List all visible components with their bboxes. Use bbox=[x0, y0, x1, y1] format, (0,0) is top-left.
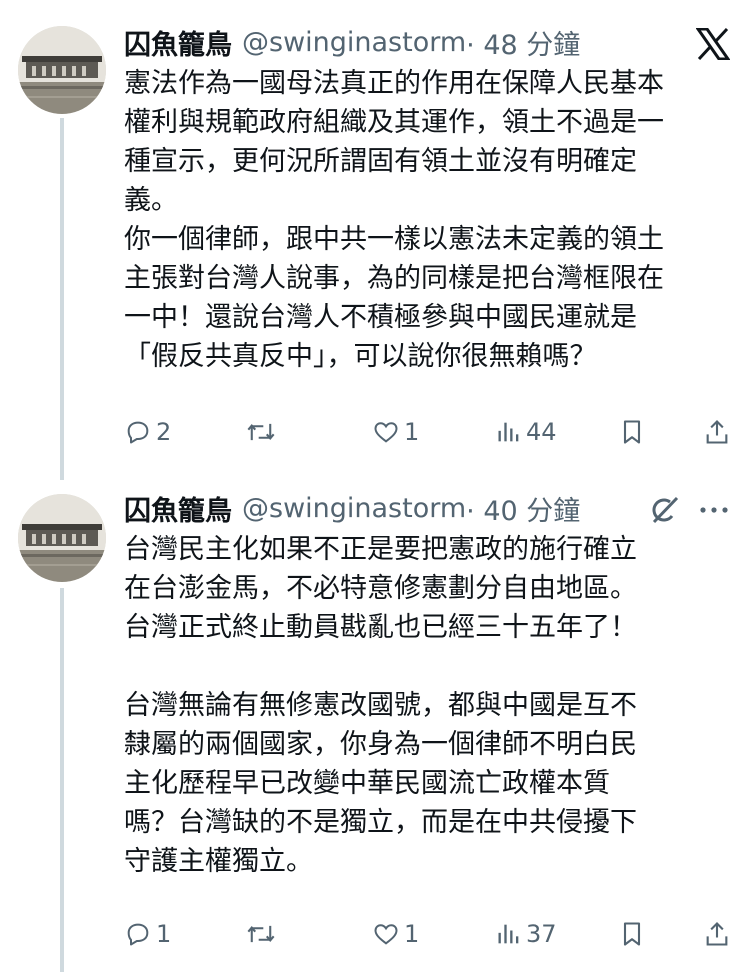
views-button[interactable]: 44 bbox=[496, 414, 557, 450]
author-handle[interactable]: @swinginastorm bbox=[242, 493, 466, 524]
avatar-photo bbox=[18, 26, 106, 114]
view-count: 44 bbox=[526, 418, 557, 446]
tweet-text-line: 主張對台灣人說事，為的同樣是把台灣框限在 bbox=[124, 263, 664, 294]
tweet-text-line: 義。 bbox=[124, 185, 178, 216]
tweet[interactable]: 囚魚籠鳥 @swinginastorm · 40 分鐘 台灣民主化如果不正是要把… bbox=[0, 480, 750, 972]
tweet-text-line: 一中！還說台灣人不積極參與中國民運就是 bbox=[124, 302, 637, 333]
timestamp[interactable]: · 40 分鐘 bbox=[466, 489, 580, 528]
share-button[interactable] bbox=[704, 916, 730, 952]
tweet-text-line: 台灣正式終止動員戡亂也已經三十五年了！ bbox=[124, 612, 637, 643]
x-logo-icon bbox=[693, 24, 733, 64]
like-button[interactable]: 1 bbox=[372, 414, 419, 450]
like-button[interactable]: 1 bbox=[372, 916, 419, 952]
tweet-text-line: 在台澎金馬，不必特意修憲劃分自由地區。 bbox=[124, 573, 637, 604]
bookmark-icon bbox=[623, 420, 641, 444]
tweet-text-line: 主化歷程早已改變中華民國流亡政權本質 bbox=[124, 768, 610, 799]
views-button[interactable]: 37 bbox=[496, 916, 557, 952]
tweet-actions: 1 1 37 bbox=[124, 916, 734, 952]
tweet-text-line: 你一個律師，跟中共一樣以憲法未定義的領土 bbox=[124, 224, 664, 255]
share-icon bbox=[706, 420, 728, 444]
reply-button[interactable]: 1 bbox=[124, 916, 171, 952]
author-name[interactable]: 囚魚籠鳥 bbox=[124, 23, 232, 62]
tweet-text-line bbox=[124, 647, 734, 686]
like-count: 1 bbox=[404, 418, 420, 446]
more-icon[interactable] bbox=[694, 490, 734, 530]
reply-icon bbox=[127, 421, 149, 444]
bookmark-icon bbox=[623, 922, 641, 946]
retweet-button[interactable] bbox=[246, 414, 280, 450]
tweet-text-line: 隸屬的兩個國家，你身為一個律師不明白民 bbox=[124, 729, 637, 760]
tweet-text: 憲法作為一國母法真正的作用在保障人民基本 權利與規範政府組織及其運作，領土不過是… bbox=[124, 64, 734, 376]
tweet-text-line: 台灣民主化如果不正是要把憲政的施行確立 bbox=[124, 534, 637, 565]
reply-count: 1 bbox=[156, 920, 172, 948]
heart-icon bbox=[374, 422, 398, 443]
retweet-button[interactable] bbox=[246, 916, 280, 952]
timestamp[interactable]: · 48 分鐘 bbox=[466, 23, 580, 62]
avatar[interactable] bbox=[18, 26, 106, 114]
tweet-text-line: 台灣無論有無修憲改國號，都與中國是互不 bbox=[124, 690, 637, 721]
tweet-header: 囚魚籠鳥 @swinginastorm · 40 分鐘 bbox=[124, 488, 730, 528]
thread-line bbox=[60, 588, 64, 972]
reply-count: 2 bbox=[156, 418, 172, 446]
tweet-text-line: 嗎？台灣缺的不是獨立，而是在中共侵擾下 bbox=[124, 807, 637, 838]
tweet-text-line: 種宣示，更何況所謂固有領土並沒有明確定 bbox=[124, 146, 637, 177]
avatar-photo bbox=[18, 494, 106, 582]
author-handle[interactable]: @swinginastorm bbox=[242, 27, 466, 58]
reply-icon bbox=[127, 923, 149, 946]
retweet-icon bbox=[247, 925, 275, 943]
tweet-actions: 2 1 44 bbox=[124, 414, 734, 450]
bookmark-button[interactable] bbox=[620, 414, 644, 450]
grok-icon[interactable] bbox=[644, 490, 684, 530]
thread-line bbox=[60, 118, 64, 480]
views-icon bbox=[498, 924, 519, 944]
tweet-text-line: 憲法作為一國母法真正的作用在保障人民基本 bbox=[124, 68, 664, 99]
share-button[interactable] bbox=[704, 414, 730, 450]
reply-button[interactable]: 2 bbox=[124, 414, 171, 450]
heart-icon bbox=[374, 924, 398, 945]
bookmark-button[interactable] bbox=[620, 916, 644, 952]
view-count: 37 bbox=[526, 920, 557, 948]
tweet-text-line: 權利與規範政府組織及其運作，領土不過是一 bbox=[124, 107, 664, 138]
author-name[interactable]: 囚魚籠鳥 bbox=[124, 489, 232, 528]
like-count: 1 bbox=[404, 920, 420, 948]
share-icon bbox=[706, 922, 728, 946]
tweet-header: 囚魚籠鳥 @swinginastorm · 48 分鐘 bbox=[124, 22, 730, 62]
tweet-text: 台灣民主化如果不正是要把憲政的施行確立 在台澎金馬，不必特意修憲劃分自由地區。 … bbox=[124, 530, 734, 881]
tweet-text-line: 守護主權獨立。 bbox=[124, 846, 313, 877]
tweet-text-line: 「假反共真反中」，可以說你很無賴嗎？ bbox=[124, 341, 597, 372]
views-icon bbox=[498, 422, 519, 442]
tweet[interactable]: 囚魚籠鳥 @swinginastorm · 48 分鐘 憲法作為一國母法真正的作… bbox=[0, 0, 750, 480]
avatar[interactable] bbox=[18, 494, 106, 582]
retweet-icon bbox=[247, 423, 275, 441]
